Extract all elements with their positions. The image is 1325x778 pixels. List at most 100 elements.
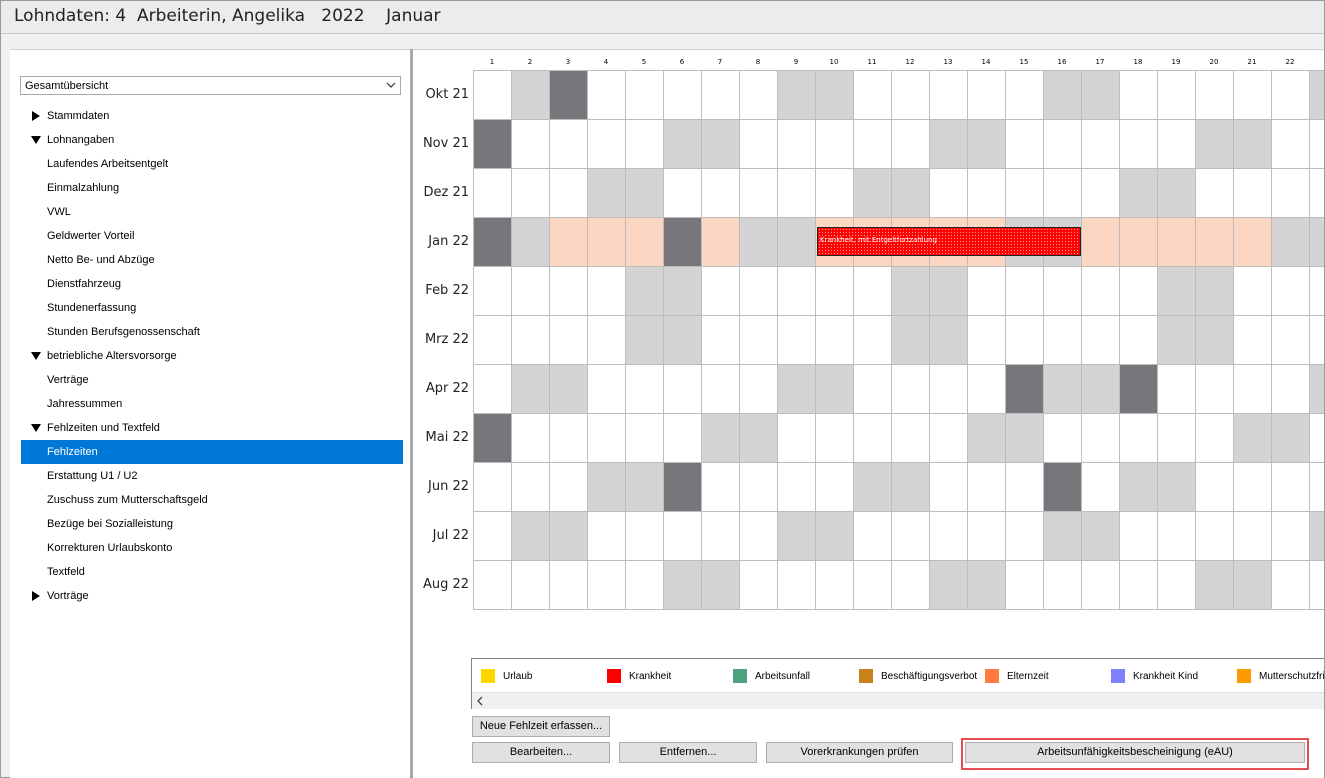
day-cell[interactable] <box>1119 70 1158 120</box>
sidebar-item[interactable]: VWL <box>21 200 403 224</box>
day-cell[interactable] <box>549 266 588 316</box>
day-cell[interactable] <box>1309 70 1324 120</box>
day-cell[interactable] <box>663 511 702 561</box>
expanded-triangle-icon[interactable] <box>31 423 41 433</box>
day-cell[interactable] <box>1119 511 1158 561</box>
day-cell[interactable] <box>587 364 626 414</box>
day-cell[interactable] <box>511 168 550 218</box>
day-cell[interactable] <box>815 560 854 610</box>
day-cell[interactable] <box>739 413 778 463</box>
day-cell[interactable] <box>663 119 702 169</box>
day-cell[interactable] <box>549 413 588 463</box>
day-cell[interactable] <box>815 315 854 365</box>
sidebar-item[interactable]: Stundenerfassung <box>21 296 403 320</box>
day-cell[interactable] <box>929 168 968 218</box>
absence-bar-krankheit[interactable]: Krankheit, mit Entgeltfortzahlung <box>817 227 1081 256</box>
day-cell[interactable] <box>473 511 512 561</box>
day-cell[interactable] <box>815 413 854 463</box>
day-cell[interactable] <box>891 511 930 561</box>
day-cell[interactable] <box>1157 266 1196 316</box>
sidebar-item[interactable]: Fehlzeiten <box>21 440 403 464</box>
day-cell[interactable] <box>1043 168 1082 218</box>
day-cell[interactable] <box>1233 315 1272 365</box>
day-cell[interactable] <box>1043 266 1082 316</box>
day-cell[interactable] <box>739 266 778 316</box>
day-cell[interactable] <box>473 364 512 414</box>
sidebar-item[interactable]: Fehlzeiten und Textfeld <box>21 416 403 440</box>
day-cell[interactable] <box>701 560 740 610</box>
day-cell[interactable] <box>1309 511 1324 561</box>
day-cell[interactable] <box>1195 266 1234 316</box>
day-cell[interactable] <box>853 511 892 561</box>
day-cell[interactable] <box>853 560 892 610</box>
day-cell[interactable] <box>1043 119 1082 169</box>
day-cell[interactable] <box>549 560 588 610</box>
day-cell[interactable] <box>1157 119 1196 169</box>
day-cell[interactable] <box>1309 364 1324 414</box>
day-cell[interactable] <box>587 413 626 463</box>
day-cell[interactable] <box>663 266 702 316</box>
day-cell[interactable] <box>777 119 816 169</box>
day-cell[interactable] <box>1233 119 1272 169</box>
day-cell[interactable] <box>473 560 512 610</box>
day-cell[interactable] <box>853 413 892 463</box>
day-cell[interactable] <box>625 266 664 316</box>
day-cell[interactable] <box>511 266 550 316</box>
day-cell[interactable] <box>1195 315 1234 365</box>
day-cell[interactable] <box>929 70 968 120</box>
day-cell[interactable] <box>1005 560 1044 610</box>
day-cell[interactable] <box>777 462 816 512</box>
day-cell[interactable] <box>777 560 816 610</box>
day-cell[interactable] <box>701 266 740 316</box>
sidebar-item[interactable]: Verträge <box>21 368 403 392</box>
day-cell[interactable] <box>1309 315 1324 365</box>
day-cell[interactable] <box>549 119 588 169</box>
day-cell[interactable] <box>473 70 512 120</box>
day-cell[interactable] <box>891 364 930 414</box>
day-cell[interactable] <box>1157 315 1196 365</box>
day-cell[interactable] <box>473 413 512 463</box>
day-cell[interactable] <box>929 119 968 169</box>
day-cell[interactable] <box>1309 413 1324 463</box>
day-cell[interactable] <box>815 70 854 120</box>
day-cell[interactable] <box>891 70 930 120</box>
day-cell[interactable] <box>777 511 816 561</box>
sidebar-item[interactable]: Zuschuss zum Mutterschaftsgeld <box>21 488 403 512</box>
day-cell[interactable] <box>549 364 588 414</box>
day-cell[interactable] <box>625 413 664 463</box>
day-cell[interactable] <box>473 119 512 169</box>
sidebar-item[interactable]: Laufendes Arbeitsentgelt <box>21 152 403 176</box>
day-cell[interactable] <box>739 560 778 610</box>
day-cell[interactable] <box>549 70 588 120</box>
day-cell[interactable] <box>1119 168 1158 218</box>
day-cell[interactable] <box>1081 119 1120 169</box>
chevron-left-icon[interactable] <box>474 694 486 708</box>
day-cell[interactable] <box>1233 266 1272 316</box>
day-cell[interactable] <box>511 560 550 610</box>
day-cell[interactable] <box>587 70 626 120</box>
day-cell[interactable] <box>701 462 740 512</box>
day-cell[interactable] <box>663 70 702 120</box>
day-cell[interactable] <box>739 462 778 512</box>
day-cell[interactable] <box>1119 413 1158 463</box>
day-cell[interactable] <box>929 462 968 512</box>
day-cell[interactable] <box>1005 266 1044 316</box>
day-cell[interactable] <box>1005 168 1044 218</box>
day-cell[interactable] <box>1081 315 1120 365</box>
day-cell[interactable] <box>777 266 816 316</box>
day-cell[interactable] <box>967 315 1006 365</box>
check-previous-illness-button[interactable]: Vorerkrankungen prüfen <box>766 742 953 763</box>
day-cell[interactable] <box>587 511 626 561</box>
day-cell[interactable] <box>1195 462 1234 512</box>
day-cell[interactable] <box>891 560 930 610</box>
day-cell[interactable] <box>1271 315 1310 365</box>
day-cell[interactable] <box>1081 168 1120 218</box>
day-cell[interactable] <box>1195 413 1234 463</box>
day-cell[interactable] <box>1195 119 1234 169</box>
day-cell[interactable] <box>853 315 892 365</box>
day-cell[interactable] <box>1233 511 1272 561</box>
day-cell[interactable] <box>1233 217 1272 267</box>
day-cell[interactable] <box>1081 266 1120 316</box>
day-cell[interactable] <box>473 462 512 512</box>
day-cell[interactable] <box>701 511 740 561</box>
